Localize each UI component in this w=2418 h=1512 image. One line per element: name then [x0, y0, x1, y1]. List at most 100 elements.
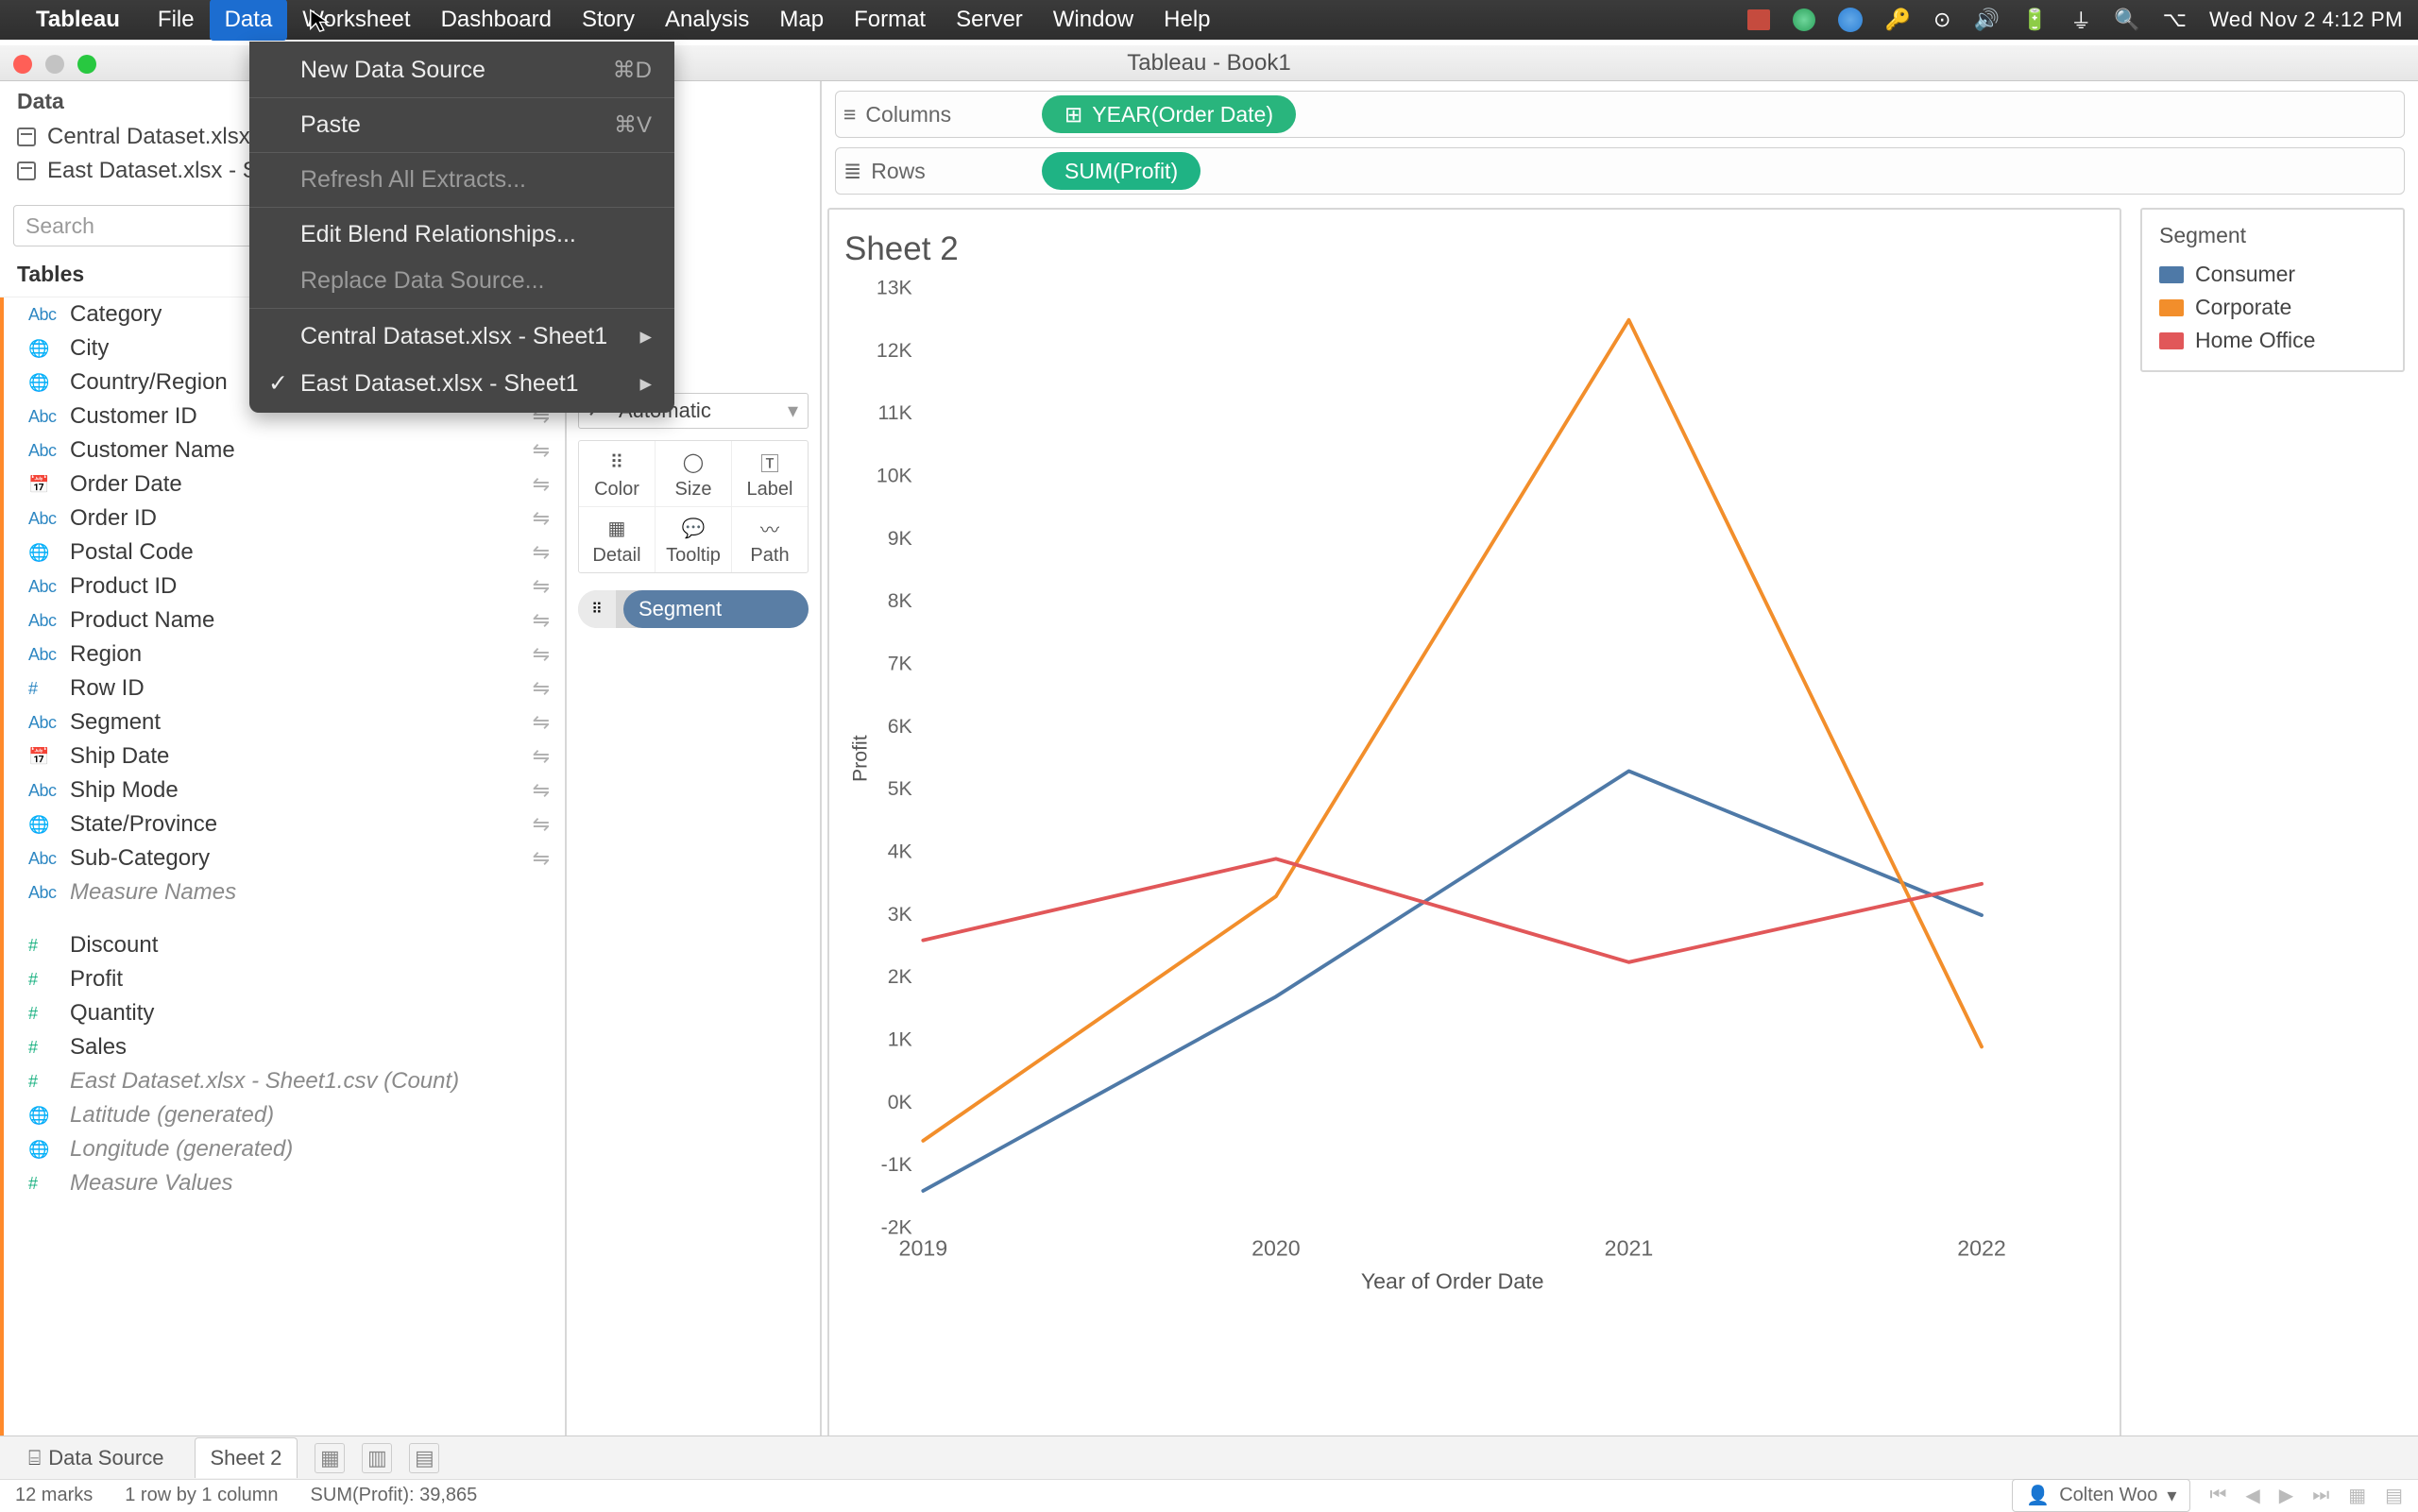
svg-text:5K: 5K — [888, 777, 912, 800]
field-postal-code[interactable]: 🌐Postal Code⇋ — [8, 535, 565, 569]
svg-text:10K: 10K — [877, 464, 912, 486]
new-dashboard-button[interactable]: ▥ — [362, 1443, 392, 1473]
field-longitude-generated-[interactable]: 🌐Longitude (generated) — [8, 1132, 565, 1166]
user-dropdown[interactable]: 👤 Colten Woo ▾ — [2012, 1479, 2190, 1512]
zoom-button[interactable] — [77, 55, 96, 74]
clock[interactable]: Wed Nov 2 4:12 PM — [2209, 8, 2403, 32]
canvas-column: ≡Columns ⊞YEAR(Order Date) ≣Rows SUM(Pro… — [822, 81, 2418, 1456]
field-segment[interactable]: AbcSegment⇋ — [8, 705, 565, 739]
svg-text:7K: 7K — [888, 652, 912, 674]
field-quantity[interactable]: #Quantity — [8, 996, 565, 1030]
menu-paste[interactable]: Paste ⌘V — [249, 102, 674, 148]
close-button[interactable] — [13, 55, 32, 74]
marks-detail[interactable]: ▦Detail — [579, 507, 656, 572]
field-east-dataset-xlsx-sheet1-csv-count-[interactable]: #East Dataset.xlsx - Sheet1.csv (Count) — [8, 1064, 565, 1098]
statusbar-app-icon[interactable] — [1747, 9, 1770, 30]
menu-window[interactable]: Window — [1038, 0, 1149, 41]
menu-help[interactable]: Help — [1149, 0, 1225, 41]
text: Replace Data Source... — [300, 267, 544, 295]
menu-edit-blend[interactable]: Edit Blend Relationships... — [249, 212, 674, 258]
shelves: ≡Columns ⊞YEAR(Order Date) ≣Rows SUM(Pro… — [822, 81, 2418, 198]
menu-map[interactable]: Map — [764, 0, 839, 41]
legend-item-home-office[interactable]: Home Office — [2159, 324, 2386, 357]
field-ship-date[interactable]: 📅Ship Date⇋ — [8, 739, 565, 773]
field-sub-category[interactable]: AbcSub-Category⇋ — [8, 841, 565, 875]
field-profit[interactable]: #Profit — [8, 962, 565, 996]
columns-shelf[interactable]: ≡Columns ⊞YEAR(Order Date) — [835, 91, 2405, 138]
menu-story[interactable]: Story — [567, 0, 650, 41]
marks-size[interactable]: ◯Size — [656, 441, 732, 506]
field-discount[interactable]: #Discount — [8, 928, 565, 962]
marks-tooltip[interactable]: 💬Tooltip — [656, 507, 732, 572]
play-icon[interactable]: ⊙ — [1933, 8, 1950, 32]
text: East Dataset.xlsx - Sheet1 — [300, 370, 579, 398]
search-icon[interactable]: 🔍 — [2114, 8, 2139, 32]
key-icon[interactable]: 🔑 — [1885, 8, 1911, 32]
svg-text:2K: 2K — [888, 965, 912, 988]
field-list: AbcCategory⇋🌐City⇋🌐Country/Region⇋AbcCus… — [0, 297, 565, 1456]
shortcut: ⌘V — [614, 111, 652, 139]
field-region[interactable]: AbcRegion⇋ — [8, 637, 565, 671]
control-center-icon[interactable]: ⌥ — [2163, 8, 2187, 32]
menu-data[interactable]: Data — [210, 0, 288, 41]
tab-datasource[interactable]: ⌸Data Source — [15, 1440, 178, 1476]
new-sheet-button[interactable]: ▦ — [315, 1443, 345, 1473]
menu-source-east[interactable]: ✓ East Dataset.xlsx - Sheet1 ▸ — [249, 360, 674, 407]
marks-color[interactable]: ⠿Color — [579, 441, 656, 506]
svg-text:11K: 11K — [878, 401, 912, 424]
new-story-button[interactable]: ▤ — [409, 1443, 439, 1473]
field-measure-names[interactable]: AbcMeasure Names — [8, 875, 565, 909]
shelf-label: ≣Rows — [843, 159, 1042, 184]
field-customer-name[interactable]: AbcCustomer Name⇋ — [8, 433, 565, 467]
legend-item-consumer[interactable]: Consumer — [2159, 258, 2386, 291]
pill-sum-profit[interactable]: SUM(Profit) — [1042, 152, 1200, 190]
status-sum: SUM(Profit): 39,865 — [311, 1485, 478, 1506]
menu-analysis[interactable]: Analysis — [650, 0, 764, 41]
legend-item-corporate[interactable]: Corporate — [2159, 291, 2386, 324]
menu-dashboard[interactable]: Dashboard — [426, 0, 567, 41]
field-measure-values[interactable]: #Measure Values — [8, 1166, 565, 1200]
rows-icon: ≣ — [843, 159, 861, 184]
chevron-right-icon: ▸ — [639, 369, 652, 398]
field-order-id[interactable]: AbcOrder ID⇋ — [8, 501, 565, 535]
rows-shelf[interactable]: ≣Rows SUM(Profit) — [835, 147, 2405, 195]
menu-source-central[interactable]: Central Dataset.xlsx - Sheet1 ▸ — [249, 313, 674, 360]
color-pill-segment[interactable]: ⠿ Segment — [578, 590, 809, 628]
field-product-name[interactable]: AbcProduct Name⇋ — [8, 603, 565, 637]
statusbar-green-icon[interactable] — [1793, 8, 1815, 31]
nav-first-icon[interactable]: ⏮ — [2209, 1485, 2226, 1506]
nav-prev-icon[interactable]: ◀ — [2245, 1484, 2259, 1507]
nav-last-icon[interactable]: ⏭ — [2312, 1485, 2329, 1506]
view-list-icon[interactable]: ▤ — [2385, 1484, 2403, 1507]
field-order-date[interactable]: 📅Order Date⇋ — [8, 467, 565, 501]
battery-icon[interactable]: 🔋 — [2022, 8, 2048, 32]
traffic-lights — [13, 55, 96, 74]
color-icon: ⠿ — [579, 449, 655, 475]
nav-next-icon[interactable]: ▶ — [2279, 1484, 2293, 1507]
field-row-id[interactable]: #Row ID⇋ — [8, 671, 565, 705]
pill-year-orderdate[interactable]: ⊞YEAR(Order Date) — [1042, 95, 1296, 133]
link-icon: ⇋ — [533, 506, 550, 531]
field-latitude-generated-[interactable]: 🌐Latitude (generated) — [8, 1098, 565, 1132]
menu-file[interactable]: File — [143, 0, 210, 41]
marks-path[interactable]: 〰Path — [732, 507, 808, 572]
tab-sheet2[interactable]: Sheet 2 — [195, 1437, 298, 1478]
field-sales[interactable]: #Sales — [8, 1030, 565, 1064]
menu-new-datasource[interactable]: New Data Source ⌘D — [249, 47, 674, 93]
sheet-title[interactable]: Sheet 2 — [843, 227, 2099, 280]
label-icon: 🅃 — [732, 449, 808, 475]
view-grid-icon[interactable]: ▦ — [2348, 1484, 2366, 1507]
menu-server[interactable]: Server — [941, 0, 1038, 41]
marks-label[interactable]: 🅃Label — [732, 441, 808, 506]
svg-text:6K: 6K — [888, 715, 912, 738]
text: Consumer — [2195, 262, 2295, 287]
minimize-button[interactable] — [45, 55, 64, 74]
field-product-id[interactable]: AbcProduct ID⇋ — [8, 569, 565, 603]
svg-text:9K: 9K — [888, 527, 912, 550]
wifi-icon[interactable]: ⏚ — [2070, 5, 2091, 35]
menu-format[interactable]: Format — [839, 0, 941, 41]
statusbar-blue-icon[interactable] — [1838, 8, 1863, 32]
field-ship-mode[interactable]: AbcShip Mode⇋ — [8, 773, 565, 807]
volume-icon[interactable]: 🔊 — [1973, 8, 1999, 32]
field-state-province[interactable]: 🌐State/Province⇋ — [8, 807, 565, 841]
